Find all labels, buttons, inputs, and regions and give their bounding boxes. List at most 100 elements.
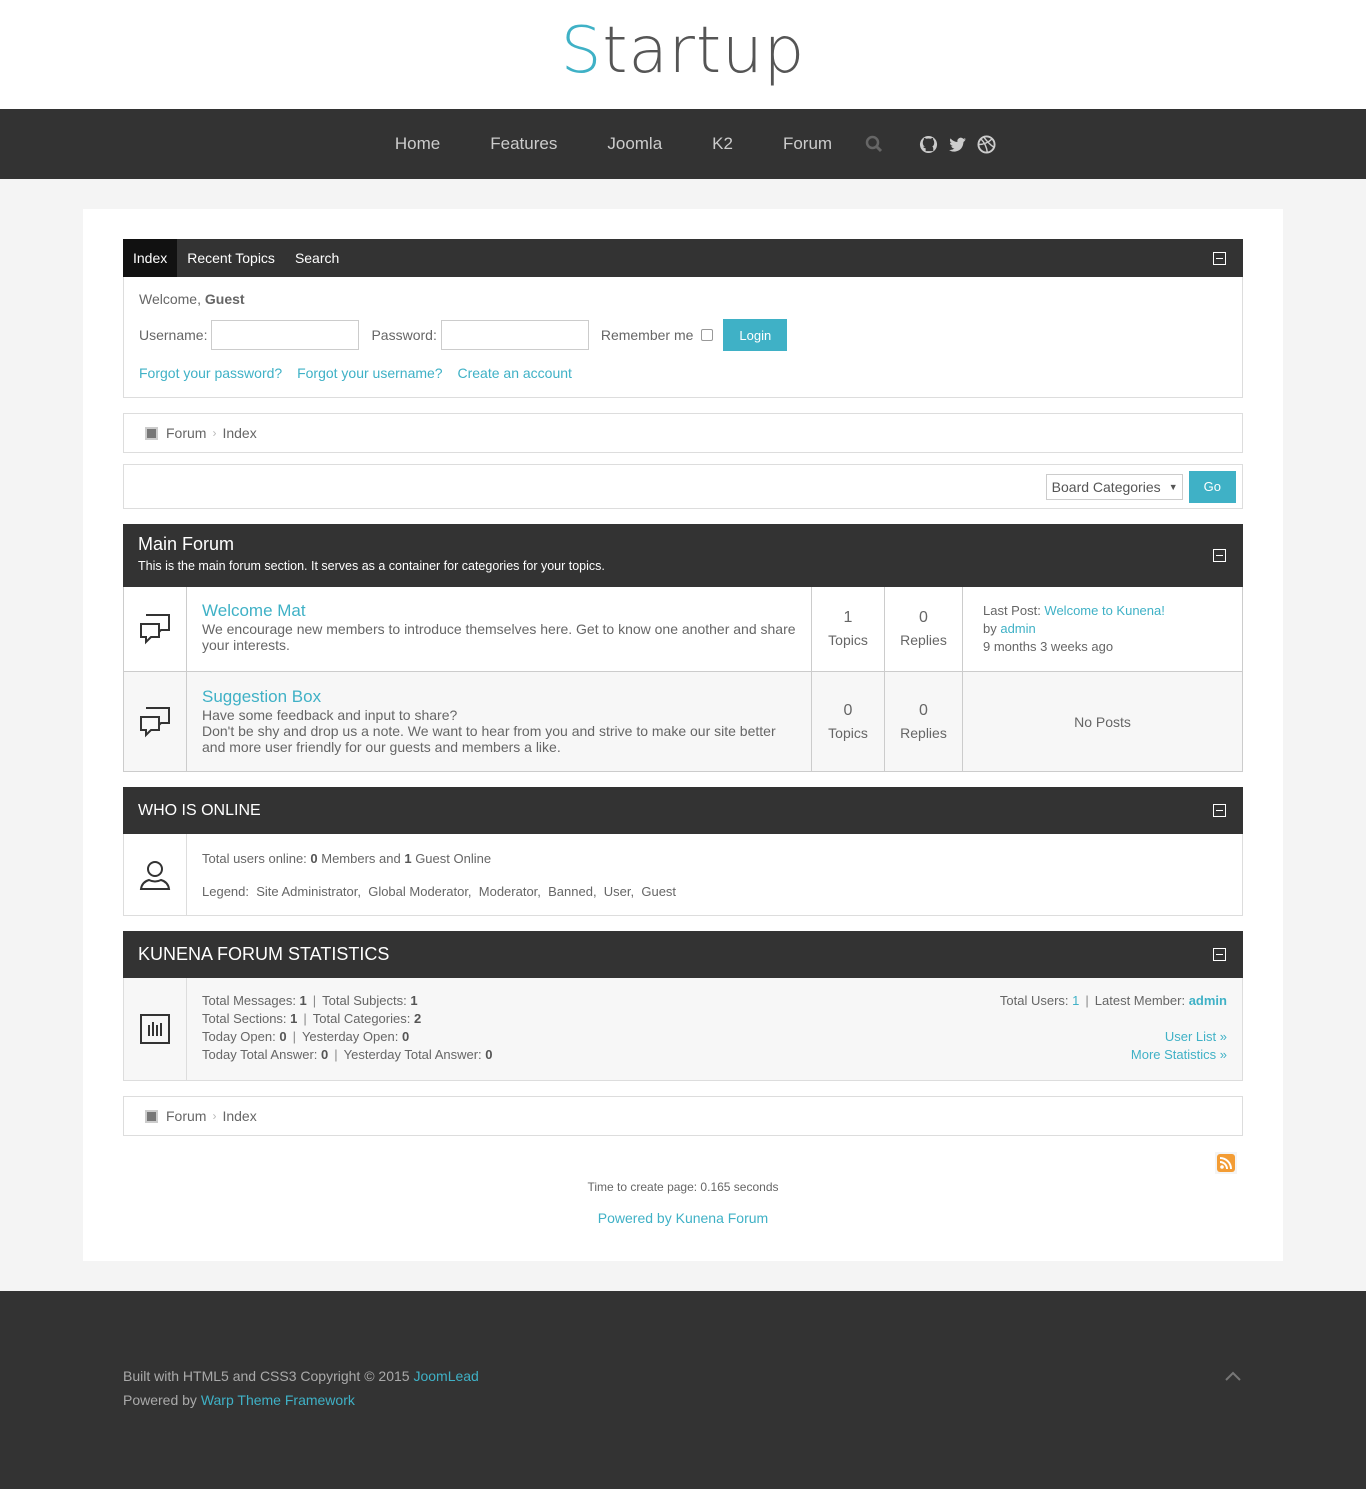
warp-framework-link[interactable]: Warp Theme Framework bbox=[201, 1392, 355, 1408]
tab-index[interactable]: Index bbox=[123, 239, 178, 277]
main-forum-section: Main Forum This is the main forum sectio… bbox=[123, 524, 1243, 772]
collapse-icon[interactable] bbox=[1213, 251, 1226, 265]
chevron-up-icon[interactable] bbox=[1224, 1367, 1242, 1385]
tab-recent-topics[interactable]: Recent Topics bbox=[177, 239, 285, 277]
twitter-icon[interactable] bbox=[948, 135, 967, 154]
remember-me-label: Remember me bbox=[600, 327, 694, 343]
latest-member-link[interactable]: admin bbox=[1189, 993, 1227, 1008]
main-forum-title[interactable]: Main Forum bbox=[123, 534, 1243, 555]
site-header: Startup bbox=[0, 0, 1366, 109]
total-subjects-label: Total Subjects: bbox=[322, 993, 411, 1008]
category-title[interactable]: Suggestion Box bbox=[202, 687, 796, 707]
yesterday-open-label: Yesterday Open: bbox=[301, 1029, 402, 1044]
nav-item-forum[interactable]: Forum bbox=[758, 134, 857, 154]
replies-number: 0 bbox=[919, 701, 928, 719]
by-label: by bbox=[983, 621, 1001, 636]
more-statistics-link[interactable]: More Statistics » bbox=[1131, 1047, 1227, 1062]
home-icon[interactable] bbox=[145, 1109, 158, 1123]
login-panel: Welcome, Guest Username: Password: Remem… bbox=[123, 277, 1243, 398]
total-messages-value: 1 bbox=[299, 993, 307, 1008]
caret-down-icon: ▼ bbox=[1168, 481, 1178, 492]
total-messages-label: Total Messages: bbox=[202, 993, 300, 1008]
who-is-online-header: WHO IS ONLINE bbox=[123, 787, 1243, 834]
category-jump: Board Categories ▼ Go bbox=[123, 464, 1243, 509]
category-title[interactable]: Welcome Mat bbox=[202, 601, 796, 621]
replies-count: 0 Replies bbox=[885, 672, 963, 771]
latest-member-label: Latest Member: bbox=[1094, 993, 1189, 1008]
joomlead-link[interactable]: JoomLead bbox=[413, 1368, 478, 1384]
forum-tabs: Index Recent Topics Search bbox=[123, 239, 1243, 277]
online-members-count: 0 bbox=[310, 851, 318, 866]
last-post-label: Last Post: bbox=[983, 603, 1045, 618]
github-icon[interactable] bbox=[919, 135, 938, 154]
breadcrumb-forum[interactable]: Forum bbox=[166, 425, 206, 441]
home-icon[interactable] bbox=[145, 426, 158, 440]
statistics-title: KUNENA FORUM STATISTICS bbox=[138, 944, 390, 964]
board-categories-select[interactable]: Board Categories ▼ bbox=[1045, 473, 1183, 500]
breadcrumb: Forum › Index bbox=[123, 413, 1243, 453]
username-label: Username: bbox=[139, 327, 208, 343]
category-description: Have some feedback and input to share? bbox=[202, 707, 458, 723]
category-description-extra: Don't be shy and drop us a note. We want… bbox=[202, 723, 776, 755]
replies-number: 0 bbox=[919, 609, 928, 626]
nav-item-features[interactable]: Features bbox=[465, 134, 582, 154]
total-categories-value: 2 bbox=[413, 1011, 422, 1026]
category-row: Suggestion Box Have some feedback and in… bbox=[123, 672, 1243, 772]
nav-item-k2[interactable]: K2 bbox=[687, 134, 758, 154]
online-legend: Legend: Site Administrator, Global Moder… bbox=[202, 884, 677, 899]
rss-icon[interactable] bbox=[1215, 1152, 1237, 1174]
replies-count: 0 Replies bbox=[885, 587, 963, 671]
chat-bubble-icon bbox=[124, 672, 187, 771]
last-post-link[interactable]: Welcome to Kunena! bbox=[1044, 603, 1164, 618]
create-account-link[interactable]: Create an account bbox=[458, 365, 572, 381]
topics-label: Topics bbox=[828, 724, 868, 741]
yesterday-answer-label: Yesterday Total Answer: bbox=[343, 1047, 486, 1062]
nav-item-home[interactable]: Home bbox=[370, 134, 465, 154]
bar-chart-icon bbox=[124, 978, 187, 1080]
remember-me-checkbox[interactable] bbox=[701, 329, 714, 341]
welcome-user: Guest bbox=[204, 291, 245, 307]
collapse-icon[interactable] bbox=[1213, 947, 1226, 961]
today-open-value: 0 bbox=[279, 1029, 287, 1044]
today-answer-value: 0 bbox=[321, 1047, 329, 1062]
topics-number: 1 bbox=[843, 609, 853, 626]
logo-text: tartup bbox=[602, 14, 806, 88]
username-field[interactable] bbox=[211, 320, 360, 350]
breadcrumb-forum[interactable]: Forum bbox=[166, 1108, 206, 1124]
powered-by-kunena-link[interactable]: Powered by Kunena Forum bbox=[598, 1210, 768, 1226]
collapse-icon[interactable] bbox=[1213, 548, 1226, 562]
search-icon[interactable] bbox=[857, 135, 907, 153]
forgot-username-link[interactable]: Forgot your username? bbox=[297, 365, 443, 381]
today-answer-label: Today Total Answer: bbox=[202, 1047, 321, 1062]
go-button[interactable]: Go bbox=[1188, 470, 1236, 503]
yesterday-answer-value: 0 bbox=[485, 1047, 493, 1062]
password-field[interactable] bbox=[440, 320, 589, 350]
user-icon bbox=[124, 834, 187, 915]
collapse-icon[interactable] bbox=[1213, 803, 1226, 817]
total-users-label: Total Users: bbox=[999, 993, 1073, 1008]
last-post: Last Post: Welcome to Kunena! by admin 9… bbox=[963, 587, 1242, 671]
who-is-online-section: WHO IS ONLINE Total users online: 0 Memb… bbox=[123, 787, 1243, 916]
topics-count: 0 Topics bbox=[812, 672, 885, 771]
site-footer: Built with HTML5 and CSS3 Copyright © 20… bbox=[0, 1291, 1366, 1489]
login-button[interactable]: Login bbox=[723, 319, 788, 351]
online-members-label: Members and bbox=[317, 851, 405, 866]
replies-label: Replies bbox=[900, 632, 947, 648]
dribbble-icon[interactable] bbox=[977, 134, 996, 154]
powered-by-link: Powered by Kunena Forum bbox=[83, 1210, 1283, 1226]
forgot-password-link[interactable]: Forgot your password? bbox=[139, 365, 282, 381]
site-logo[interactable]: Startup bbox=[0, 14, 1366, 88]
total-users-link[interactable]: 1 bbox=[1072, 993, 1079, 1008]
breadcrumb-index: Index bbox=[222, 425, 257, 441]
password-label: Password: bbox=[371, 327, 437, 343]
user-list-link[interactable]: User List » bbox=[1165, 1029, 1227, 1044]
online-total-label: Total users online: bbox=[202, 851, 311, 866]
tab-search[interactable]: Search bbox=[285, 239, 349, 277]
welcome-prefix: Welcome, bbox=[139, 291, 205, 307]
last-post-user-link[interactable]: admin bbox=[1000, 621, 1035, 636]
footer-powered-label: Powered by bbox=[123, 1392, 201, 1408]
chevron-right-icon: › bbox=[212, 1109, 217, 1123]
who-is-online-title: WHO IS ONLINE bbox=[138, 801, 261, 819]
nav-item-joomla[interactable]: Joomla bbox=[582, 134, 687, 154]
online-guests-label: Guest Online bbox=[411, 851, 492, 866]
